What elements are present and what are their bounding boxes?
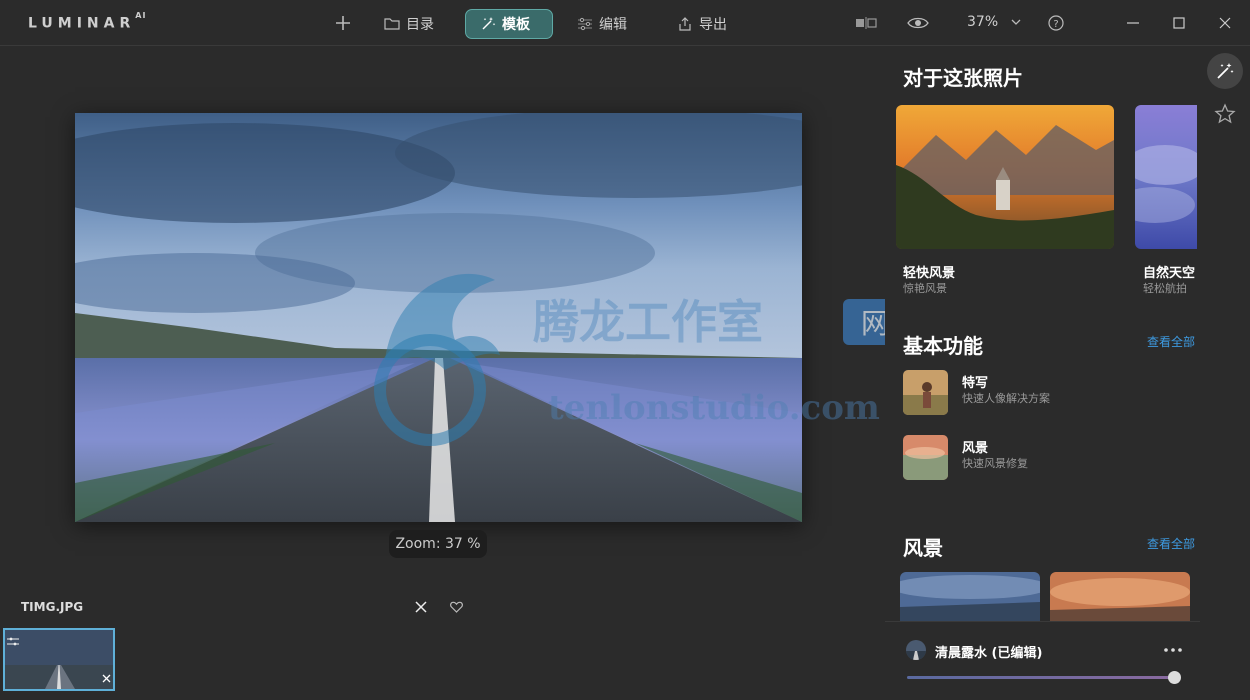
feature-subtitle: 快速人像解决方案	[962, 392, 1050, 405]
template-amount-slider-track[interactable]	[907, 676, 1175, 679]
tab-edit[interactable]: 编辑	[563, 9, 641, 39]
edited-icon	[7, 632, 19, 651]
tab-catalog[interactable]: 目录	[370, 9, 448, 39]
maximize-icon[interactable]	[1170, 14, 1188, 32]
svg-text:?: ?	[1053, 19, 1058, 30]
right-icon-strip	[1200, 46, 1250, 700]
tab-templates[interactable]: 模板	[465, 9, 553, 39]
export-icon	[679, 17, 691, 31]
eye-icon[interactable]	[906, 14, 930, 32]
applied-template-name: 清晨露水 (已编辑)	[935, 646, 1043, 661]
section-title-essentials: 基本功能	[903, 334, 983, 358]
feature-subtitle: 快速风景修复	[962, 457, 1028, 470]
template-avatar	[906, 640, 926, 660]
section-title-for-this-photo: 对于这张照片	[903, 66, 1023, 90]
tab-export[interactable]: 导出	[663, 9, 741, 39]
template-card-natural-sky[interactable]	[1135, 105, 1197, 249]
help-icon[interactable]: ?	[1047, 14, 1065, 32]
zoom-tooltip: Zoom: 37 %	[389, 530, 487, 558]
view-all-link[interactable]: 查看全部	[1147, 535, 1195, 552]
add-icon[interactable]	[333, 13, 353, 33]
template-card-landscape-1[interactable]	[900, 572, 1040, 622]
photo-preview[interactable]	[75, 113, 802, 522]
app-logo: LUMINARAI	[28, 11, 147, 32]
feature-thumbnail-portrait[interactable]	[903, 370, 948, 415]
template-card-subtitle: 惊艳风景	[903, 282, 947, 295]
section-title-landscape: 风景	[903, 536, 943, 560]
top-bar: LUMINARAI 目录 模板 编辑 导出 37% ?	[0, 0, 1250, 46]
template-card-light-landscape[interactable]	[896, 105, 1114, 249]
star-icon[interactable]	[1212, 101, 1238, 127]
heart-icon[interactable]	[448, 599, 464, 615]
template-card-landscape-2[interactable]	[1050, 572, 1190, 622]
magic-wand-icon[interactable]	[1207, 53, 1243, 89]
sliders-icon	[578, 17, 592, 31]
file-name: TIMG.JPG	[21, 600, 84, 614]
compare-icon[interactable]	[854, 14, 878, 32]
template-card-title: 轻快风景	[903, 266, 956, 281]
zoom-select[interactable]: 37%	[967, 14, 1021, 30]
remove-icon[interactable]	[102, 668, 111, 687]
close-icon[interactable]	[1216, 14, 1234, 32]
feature-thumbnail-landscape[interactable]	[903, 435, 948, 480]
close-icon[interactable]	[413, 599, 429, 615]
filmstrip-thumbnail[interactable]	[3, 628, 115, 691]
template-card-title: 自然天空	[1143, 266, 1196, 281]
minimize-icon[interactable]	[1124, 14, 1142, 32]
feature-title: 风景	[962, 441, 989, 456]
more-options-icon[interactable]	[1163, 642, 1183, 658]
folder-icon	[384, 18, 400, 30]
template-card-subtitle: 轻松航拍	[1143, 282, 1187, 295]
feature-title: 特写	[962, 376, 989, 391]
magic-wand-icon	[482, 17, 496, 30]
applied-template-panel	[885, 621, 1200, 700]
view-all-link[interactable]: 查看全部	[1147, 333, 1195, 350]
chevron-down-icon	[1011, 19, 1021, 25]
template-amount-slider-handle[interactable]	[1168, 671, 1181, 684]
